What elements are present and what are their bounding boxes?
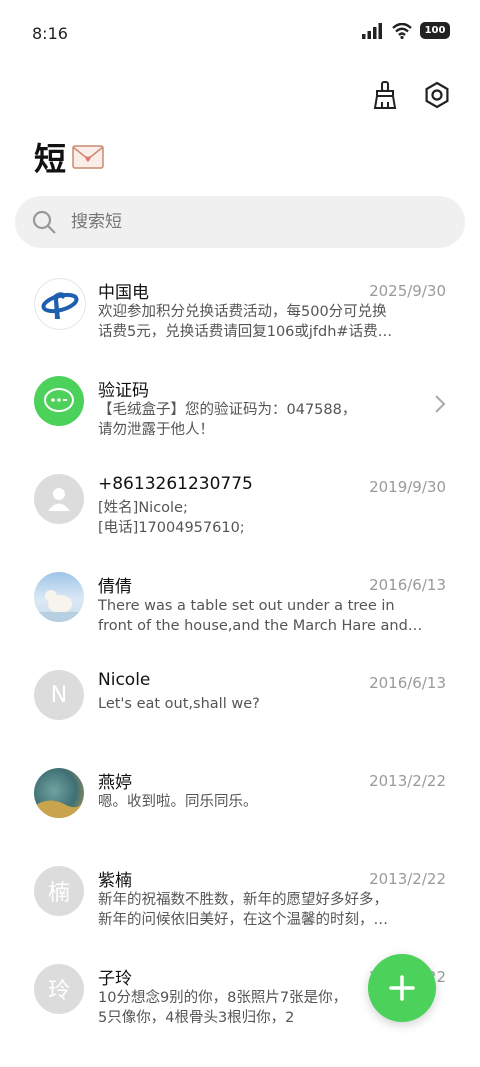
contact-name: 倩倩: [98, 577, 132, 597]
contact-name: 中国电: [98, 283, 149, 303]
contact-name: 子玲: [98, 969, 132, 989]
message-date: 2016/6/13: [369, 576, 446, 594]
message-date: 2025/9/30: [369, 282, 446, 300]
status-bar: 8:16 100: [0, 0, 480, 66]
title-row: 短: [34, 134, 104, 180]
message-date: 2019/9/30: [369, 478, 446, 496]
chevron-right-icon: [435, 395, 446, 413]
conversation-item[interactable]: 楠 紫楠 2013/2/22 新年的祝福数不胜数，新年的愿望好多好多， 新年的问…: [0, 854, 480, 952]
message-preview: Let's eat out,shall we?: [98, 694, 446, 714]
conversation-item[interactable]: 倩倩 2016/6/13 There was a table set out u…: [0, 560, 480, 658]
preview-line: 请勿泄露于他人！: [98, 422, 214, 438]
avatar-letter: N: [50, 682, 68, 708]
preview-line: 【毛绒盒子】您的验证码为：047588，: [98, 402, 357, 418]
message-date: 2016/6/13: [369, 674, 446, 692]
preview-line: 嗯。收到啦。同乐同乐。: [98, 794, 258, 810]
search-input[interactable]: [69, 211, 373, 233]
message-preview: [姓名]Nicole; [电话]17004957610;: [98, 498, 446, 538]
avatar: 楠: [34, 866, 84, 916]
conversation-item[interactable]: +8613261230775 2019/9/30 [姓名]Nicole; [电话…: [0, 462, 480, 560]
avatar: [34, 768, 84, 818]
avatar: [34, 474, 84, 524]
message-list: 中国电 2025/9/30 欢迎参加积分兑换话费活动，每500分可兑换 话费5元…: [0, 266, 480, 1050]
polar-bear-photo-icon: [34, 590, 84, 622]
preview-line: 新年的问候依旧美好，在这个温馨的时刻，…: [98, 912, 388, 928]
avatar: 玲: [34, 964, 84, 1014]
message-preview: 嗯。收到啦。同乐同乐。: [98, 792, 446, 812]
status-icons: 100: [362, 22, 450, 39]
settings-button[interactable]: [420, 78, 454, 112]
contact-name: 紫楠: [98, 871, 132, 891]
conversation-item[interactable]: 燕婷 2013/2/22 嗯。收到啦。同乐同乐。: [0, 756, 480, 854]
message-date: 2013/2/22: [369, 870, 446, 888]
chat-bubble-icon: [44, 388, 74, 412]
conversation-item[interactable]: 验证码 【毛绒盒子】您的验证码为：047588， 请勿泄露于他人！: [0, 364, 480, 462]
conversation-item[interactable]: 中国电 2025/9/30 欢迎参加积分兑换话费活动，每500分可兑换 话费5元…: [0, 266, 480, 364]
search-bar[interactable]: [15, 196, 465, 248]
top-actions: [368, 78, 454, 112]
battery-icon: 100: [420, 22, 450, 39]
new-message-button[interactable]: [368, 954, 436, 1022]
status-time: 8:16: [32, 24, 68, 43]
search-icon: [32, 210, 56, 234]
avatar-letter: 玲: [47, 979, 70, 1004]
preview-line: Let's eat out,shall we?: [98, 696, 260, 712]
avatar: [34, 572, 84, 622]
message-preview: There was a table set out under a tree i…: [98, 596, 446, 636]
envelope-icon: [72, 145, 104, 169]
gear-icon: [425, 81, 449, 109]
preview-line: 欢迎参加积分兑换话费活动，每500分可兑换: [98, 304, 387, 320]
preview-line: [姓名]Nicole;: [98, 500, 188, 516]
contact-name: 验证码: [98, 381, 149, 401]
message-preview: 欢迎参加积分兑换话费活动，每500分可兑换 话费5元，兑换话费请回复106或jf…: [98, 302, 446, 342]
preview-line: [电话]17004957610;: [98, 520, 245, 536]
preview-line: front of the house,and the March Hare an…: [98, 618, 423, 634]
clean-button[interactable]: [368, 78, 402, 112]
china-telecom-logo-icon: [41, 292, 79, 319]
broom-icon: [373, 81, 397, 109]
avatar: N: [34, 670, 84, 720]
contact-name: +8613261230775: [98, 474, 253, 494]
landscape-photo-icon: [34, 800, 84, 818]
message-preview: 【毛绒盒子】您的验证码为：047588， 请勿泄露于他人！: [98, 400, 446, 440]
contact-name: Nicole: [98, 670, 151, 690]
signal-icon: [362, 22, 382, 39]
avatar: [34, 376, 84, 426]
conversation-item[interactable]: N Nicole 2016/6/13 Let's eat out,shall w…: [0, 658, 480, 756]
page-title: 短: [34, 140, 67, 178]
preview-line: There was a table set out under a tree i…: [98, 598, 395, 614]
wifi-icon: [392, 22, 412, 39]
avatar: [34, 278, 86, 330]
person-icon: [48, 488, 70, 511]
preview-line: 话费5元，兑换话费请回复106或jfdh#话费…: [98, 324, 393, 340]
preview-line: 新年的祝福数不胜数，新年的愿望好多好多，: [98, 892, 388, 908]
message-preview: 新年的祝福数不胜数，新年的愿望好多好多， 新年的问候依旧美好，在这个温馨的时刻，…: [98, 890, 446, 930]
plus-icon: [389, 975, 415, 1001]
message-date: 2013/2/22: [369, 772, 446, 790]
contact-name: 燕婷: [98, 773, 132, 793]
avatar-letter: 楠: [47, 881, 70, 906]
